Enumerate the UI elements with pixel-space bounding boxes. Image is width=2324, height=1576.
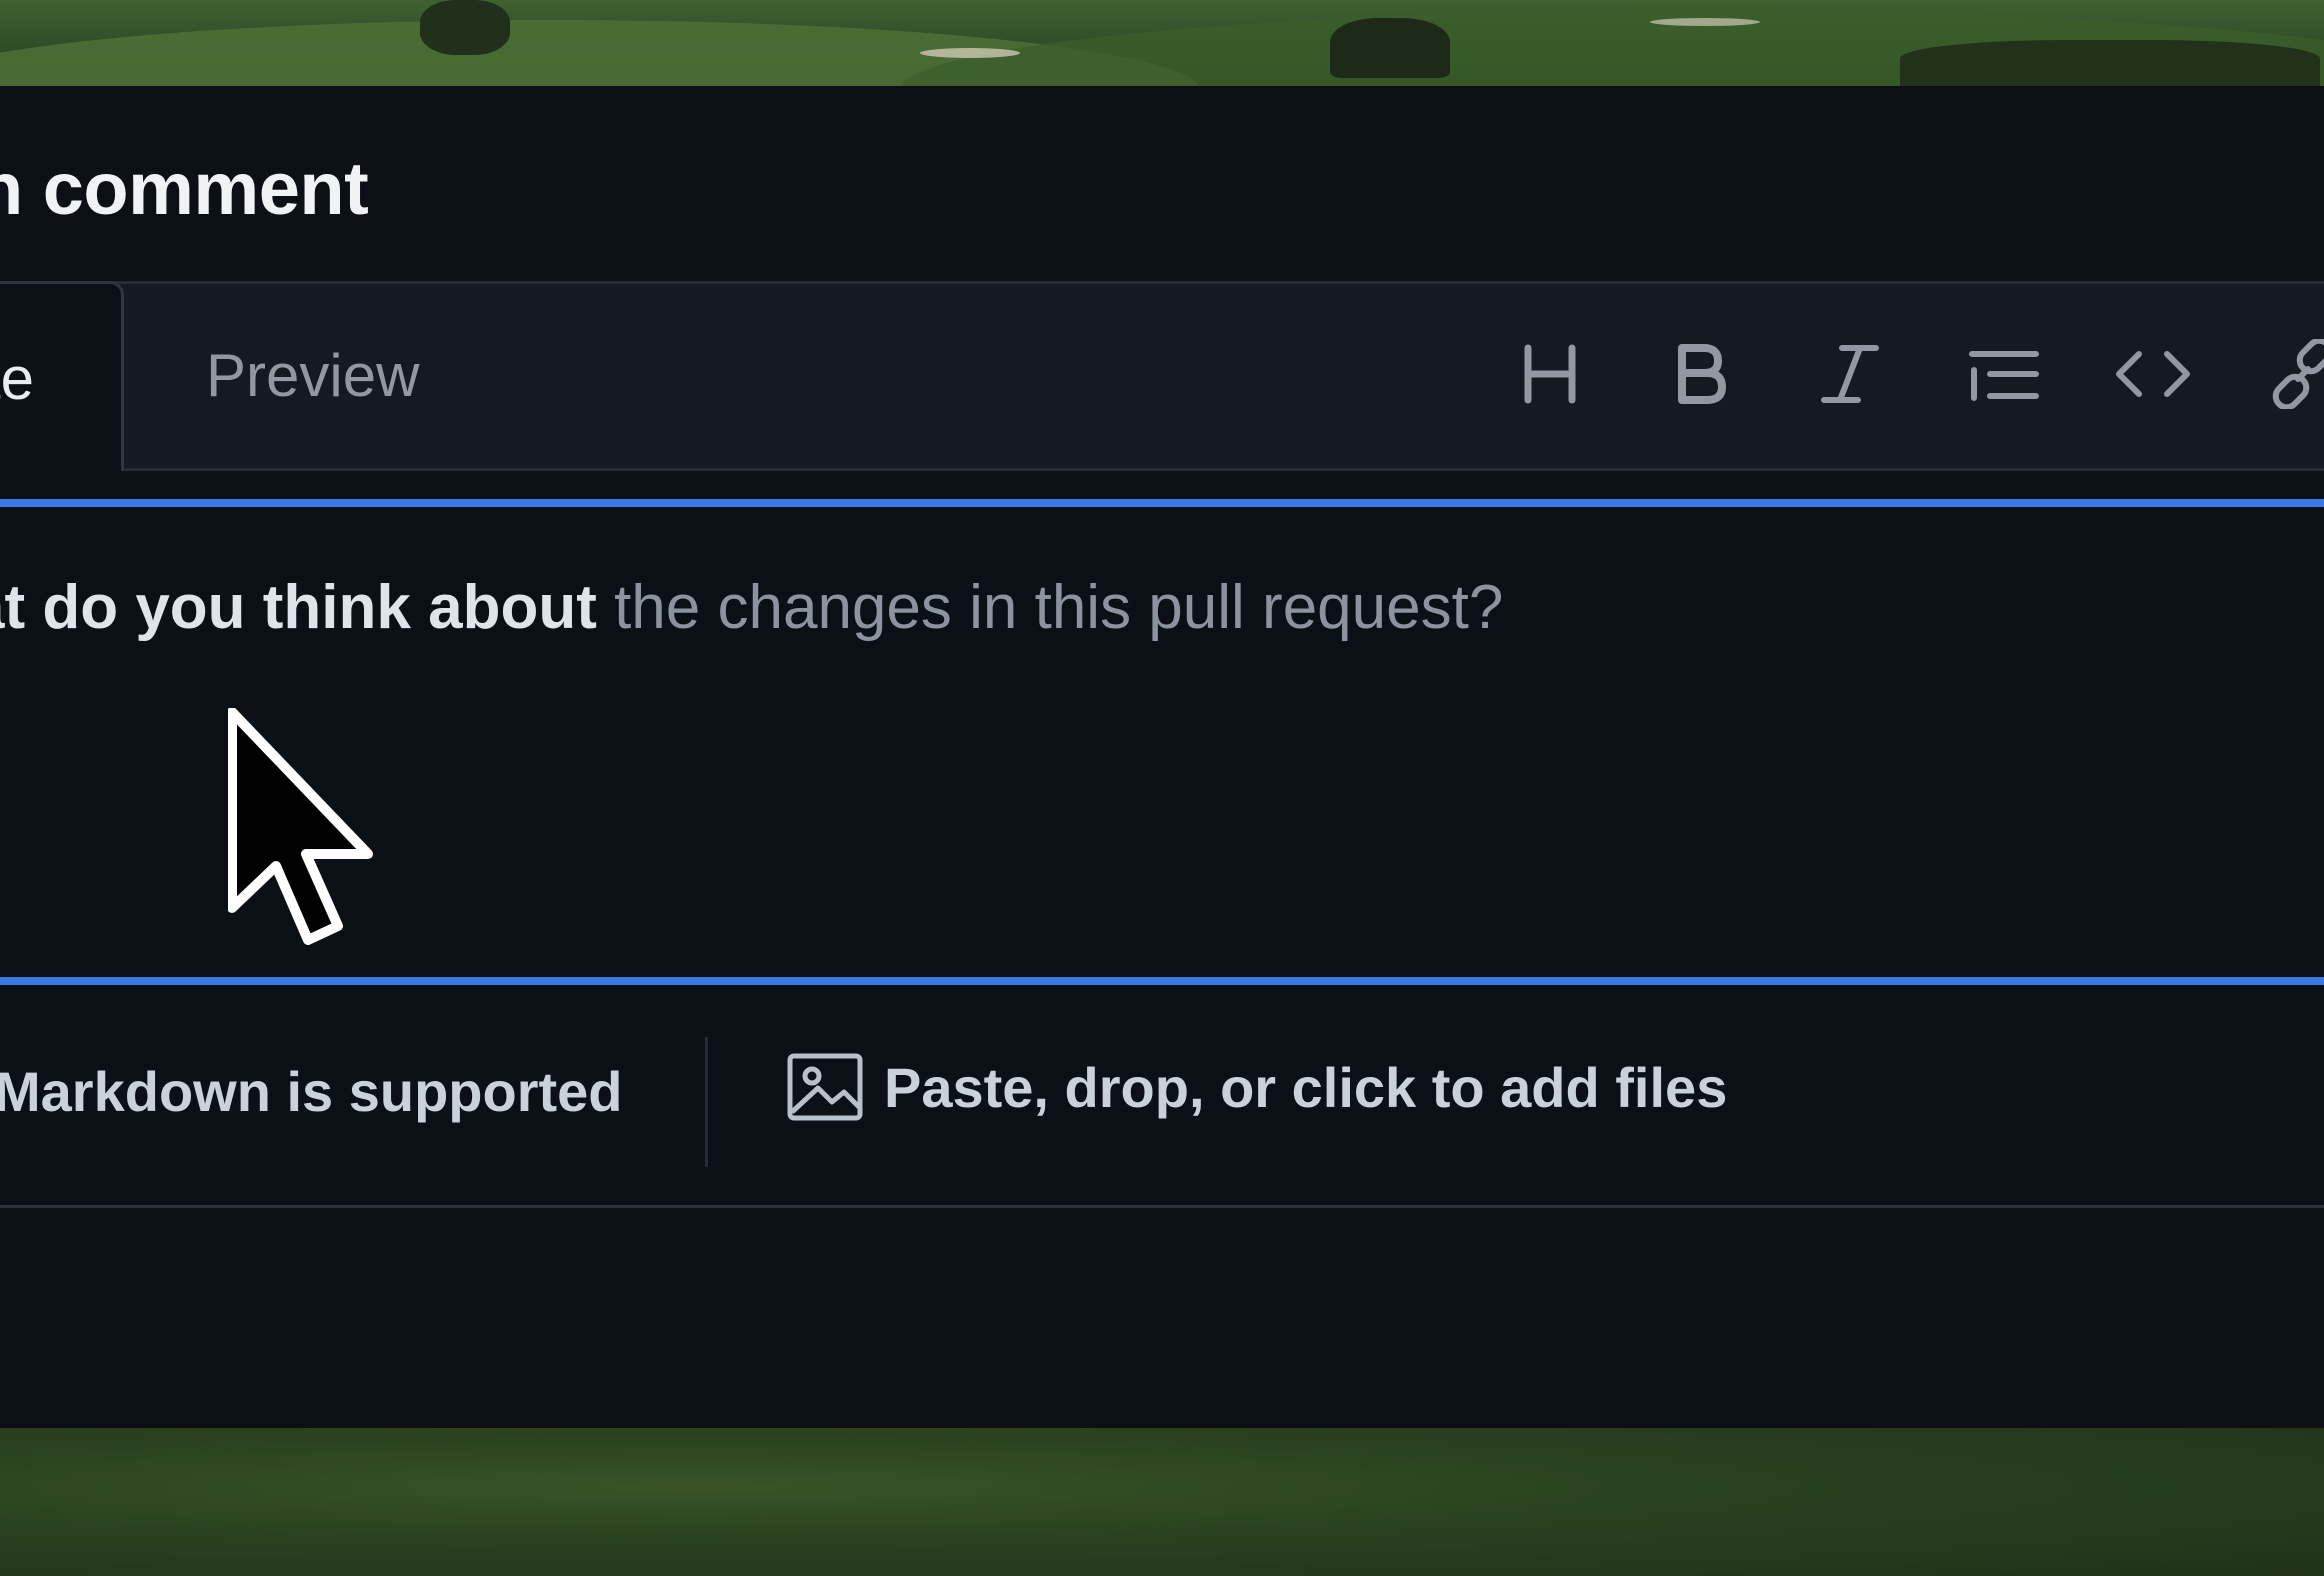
- link-icon: [2272, 339, 2324, 409]
- placeholder-muted: the changes in this pull request?: [596, 573, 1504, 642]
- textarea-placeholder: at do you think about the changes in thi…: [0, 572, 1503, 643]
- bold-icon: [1678, 344, 1726, 404]
- dialog-title: n comment: [0, 147, 369, 230]
- attach-files-label: Paste, drop, or click to add files: [884, 1055, 1728, 1119]
- background-landscape-top: [0, 0, 2324, 86]
- ordered-list-button[interactable]: [1958, 329, 2048, 419]
- tab-write[interactable]: te: [0, 281, 124, 471]
- link-button[interactable]: [2258, 329, 2324, 419]
- italic-button[interactable]: [1805, 329, 1895, 419]
- image-icon: [787, 1053, 863, 1121]
- code-icon: [2116, 351, 2190, 397]
- italic-icon: [1821, 345, 1879, 403]
- editor-footer: Markdown is supported Paste, drop, or cl…: [0, 997, 2324, 1208]
- bold-button[interactable]: [1655, 329, 1745, 419]
- code-button[interactable]: [2108, 329, 2198, 419]
- attach-files-button[interactable]: Paste, drop, or click to add files: [786, 1052, 1727, 1122]
- mouse-cursor-icon: [227, 707, 388, 953]
- footer-divider: [705, 1037, 708, 1167]
- heading-button[interactable]: [1505, 329, 1595, 419]
- tab-preview[interactable]: Preview: [206, 341, 419, 410]
- background-landscape-bottom: [0, 1428, 2324, 1576]
- ordered-list-icon: [1969, 351, 2039, 401]
- editor-toolbar: te Preview: [0, 281, 2324, 471]
- tab-write-label: te: [0, 345, 35, 412]
- placeholder-strong: at do you think about: [0, 573, 597, 642]
- heading-icon: [1524, 344, 1576, 404]
- markdown-supported-link[interactable]: Markdown is supported: [0, 1059, 623, 1124]
